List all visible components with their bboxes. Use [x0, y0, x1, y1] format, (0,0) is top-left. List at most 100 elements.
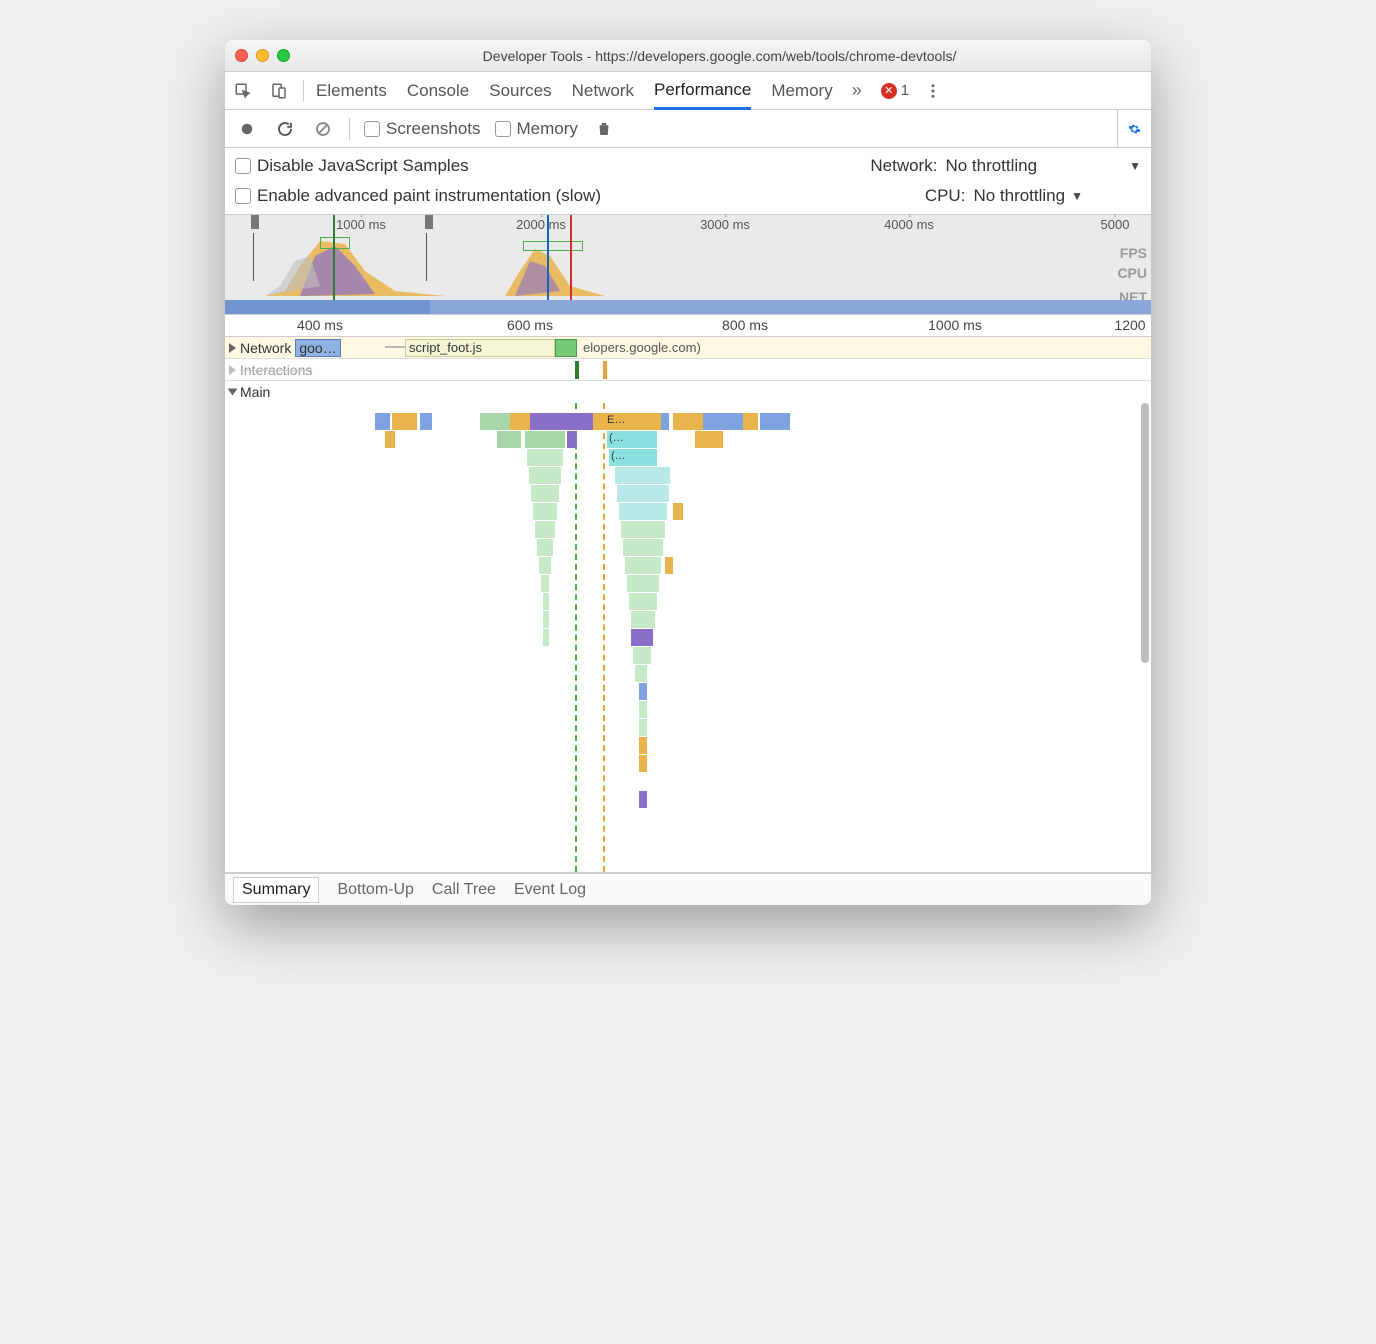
overview-handle-left[interactable]	[251, 215, 259, 229]
expand-icon[interactable]	[229, 365, 236, 375]
reload-record-button[interactable]	[273, 117, 297, 141]
flame-segment[interactable]	[531, 485, 559, 502]
flame-segment[interactable]	[639, 683, 647, 700]
cpu-throttle-select[interactable]: No throttling ▼	[973, 186, 1083, 206]
flame-segment[interactable]	[525, 431, 565, 448]
flame-segment[interactable]	[385, 431, 395, 448]
flame-segment[interactable]	[639, 755, 647, 772]
tab-summary[interactable]: Summary	[233, 877, 319, 903]
tab-network[interactable]: Network	[572, 72, 634, 109]
disable-js-checkbox[interactable]: Disable JavaScript Samples	[235, 156, 469, 176]
flame-segment[interactable]	[703, 413, 743, 430]
panel-tabs: Elements Console Sources Network Perform…	[316, 72, 833, 109]
flame-segment[interactable]	[530, 413, 575, 430]
flame-segment[interactable]	[760, 413, 790, 430]
network-bar[interactable]: script_foot.js	[405, 339, 555, 357]
flame-segment[interactable]	[510, 413, 530, 430]
flame-segment[interactable]	[533, 503, 557, 520]
zoom-window-icon[interactable]	[277, 49, 290, 62]
flame-segment[interactable]	[567, 431, 577, 448]
trash-icon[interactable]	[592, 117, 616, 141]
record-button[interactable]	[235, 117, 259, 141]
screenshots-checkbox[interactable]: Screenshots	[364, 119, 481, 139]
flame-segment[interactable]	[627, 575, 659, 592]
tab-console[interactable]: Console	[407, 72, 469, 109]
flame-segment[interactable]	[575, 413, 593, 430]
flame-segment[interactable]: (…	[609, 449, 657, 466]
inspect-element-icon[interactable]	[231, 79, 255, 103]
main-row[interactable]: Main	[225, 381, 1151, 403]
flame-segment[interactable]	[635, 665, 647, 682]
flame-segment[interactable]	[537, 539, 553, 556]
flame-segment[interactable]	[529, 467, 561, 484]
flame-segment[interactable]	[639, 791, 647, 808]
flame-segment[interactable]	[623, 539, 663, 556]
flame-segment[interactable]: E…	[605, 413, 661, 430]
network-row[interactable]: Network goo… script_foot.js elopers.goog…	[225, 337, 1151, 359]
collapse-icon[interactable]	[228, 389, 238, 396]
flame-segment[interactable]	[543, 593, 549, 610]
flame-segment[interactable]	[639, 701, 647, 718]
tab-call-tree[interactable]: Call Tree	[432, 881, 496, 899]
flame-segment[interactable]	[392, 413, 417, 430]
more-tabs-icon[interactable]: »	[845, 79, 869, 103]
flame-segment[interactable]	[631, 611, 655, 628]
overview-panel[interactable]: 1000 ms 2000 ms 3000 ms 4000 ms 5000	[225, 215, 1151, 315]
flame-segment[interactable]	[631, 629, 653, 646]
clear-button[interactable]	[311, 117, 335, 141]
flame-scrollbar[interactable]	[1141, 403, 1149, 663]
flame-segment[interactable]	[527, 449, 563, 466]
flame-segment[interactable]	[420, 413, 432, 430]
flame-segment[interactable]	[593, 413, 605, 430]
flame-segment[interactable]	[633, 647, 651, 664]
flame-segment[interactable]	[639, 737, 647, 754]
flame-segment[interactable]	[621, 521, 665, 538]
flame-segment[interactable]	[743, 413, 758, 430]
error-badge[interactable]: ✕ 1	[881, 82, 909, 99]
tab-memory[interactable]: Memory	[771, 72, 832, 109]
tab-event-log[interactable]: Event Log	[514, 881, 586, 899]
flame-segment[interactable]	[497, 431, 521, 448]
settings-gear-icon[interactable]	[1117, 110, 1141, 147]
flame-segment[interactable]	[629, 593, 657, 610]
network-bar[interactable]	[555, 339, 577, 357]
expand-icon[interactable]	[229, 343, 236, 353]
flame-segment[interactable]	[695, 431, 723, 448]
flame-segment[interactable]	[375, 413, 390, 430]
network-bar[interactable]: goo…	[295, 339, 340, 357]
flame-segment[interactable]	[673, 413, 703, 430]
flame-segment[interactable]	[615, 467, 670, 484]
ruler-tick: 400 ms	[297, 317, 343, 333]
flame-segment[interactable]	[665, 557, 673, 574]
device-toolbar-icon[interactable]	[267, 79, 291, 103]
advanced-paint-checkbox[interactable]: Enable advanced paint instrumentation (s…	[235, 186, 601, 206]
flame-segment[interactable]: (…	[607, 431, 657, 448]
tab-bottom-up[interactable]: Bottom-Up	[337, 881, 413, 899]
flame-segment[interactable]	[541, 575, 549, 592]
flame-segment[interactable]	[543, 629, 549, 646]
memory-checkbox[interactable]: Memory	[495, 119, 578, 139]
network-label: Network:	[870, 156, 937, 176]
flame-segment[interactable]	[661, 413, 669, 430]
overview-handle-right[interactable]	[425, 215, 433, 229]
flame-segment[interactable]	[639, 719, 647, 736]
flame-segment[interactable]	[480, 413, 510, 430]
close-window-icon[interactable]	[235, 49, 248, 62]
detail-ruler[interactable]: 400 ms 600 ms 800 ms 1000 ms 1200	[225, 315, 1151, 337]
interactions-row[interactable]: Interactions	[225, 359, 1151, 381]
flame-segment[interactable]	[539, 557, 551, 574]
minimize-window-icon[interactable]	[256, 49, 269, 62]
flame-segment[interactable]	[625, 557, 661, 574]
network-throttle-select[interactable]: No throttling ▼	[945, 156, 1141, 176]
kebab-menu-icon[interactable]	[921, 79, 945, 103]
flame-chart[interactable]: E… (… (…	[225, 403, 1151, 873]
ruler-tick: 1000 ms	[336, 217, 386, 232]
tab-performance[interactable]: Performance	[654, 73, 751, 110]
tab-sources[interactable]: Sources	[489, 72, 551, 109]
flame-segment[interactable]	[619, 503, 667, 520]
flame-segment[interactable]	[617, 485, 669, 502]
tab-elements[interactable]: Elements	[316, 72, 387, 109]
flame-segment[interactable]	[543, 611, 549, 628]
flame-segment[interactable]	[535, 521, 555, 538]
flame-segment[interactable]	[673, 503, 683, 520]
